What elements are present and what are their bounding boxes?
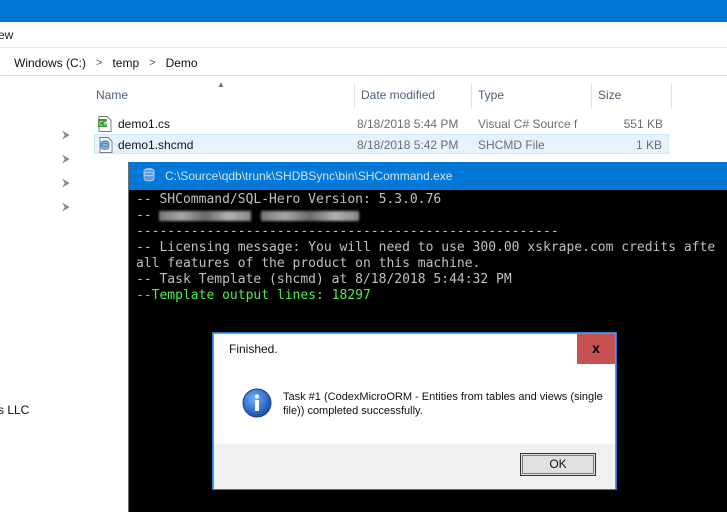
dialog-content: Task #1 (CodexMicroORM - Entities from t… <box>214 364 615 444</box>
pin-icon[interactable]: ⮞ <box>60 177 72 189</box>
redacted-text <box>261 210 360 221</box>
breadcrumb-separator-icon[interactable]: > <box>90 57 108 69</box>
shcmd-file-icon <box>99 137 113 153</box>
console-line: ----------------------------------------… <box>136 224 559 239</box>
console-title: C:\Source\qdb\trunk\SHDBSync\bin\SHComma… <box>165 169 453 183</box>
file-type: Visual C# Source f <box>478 117 578 131</box>
console-line: all features of the product on this mach… <box>136 256 481 271</box>
file-size: 551 KB <box>623 117 663 131</box>
menu-view[interactable]: ew <box>0 28 13 42</box>
ok-button[interactable]: OK <box>520 453 596 476</box>
console-line: --Template output lines: 18297 <box>136 288 371 303</box>
console-line: -- Licensing message: You will need to u… <box>136 240 716 255</box>
column-header-size[interactable]: Size <box>592 84 672 108</box>
nav-item-truncated[interactable]: s LLC <box>0 403 29 417</box>
csharp-file-icon: C# <box>98 116 112 132</box>
svg-text:C#: C# <box>99 121 108 128</box>
breadcrumb-temp[interactable]: temp <box>108 56 143 70</box>
file-date: 8/18/2018 5:44 PM <box>357 117 459 131</box>
pin-icon[interactable]: ⮞ <box>60 201 72 213</box>
console-line: -- SHCommand/SQL-Hero Version: 5.3.0.76 <box>136 192 442 207</box>
column-header-date-modified[interactable]: Date modified <box>355 84 472 108</box>
breadcrumb[interactable]: Windows (C:) > temp > Demo <box>0 50 727 76</box>
dialog-title: Finished. <box>229 342 278 356</box>
column-header-name[interactable]: Name <box>90 84 355 108</box>
explorer-ribbon-menu: ew <box>0 22 727 48</box>
console-line: -- Task Template (shcmd) at 8/18/2018 5:… <box>136 272 512 287</box>
file-type: SHCMD File <box>478 138 545 152</box>
file-size: 1 KB <box>635 138 662 152</box>
file-row[interactable]: demo1.shcmd 8/18/2018 5:42 PM SHCMD File… <box>94 134 669 154</box>
information-icon <box>242 388 272 418</box>
dialog-message: Task #1 (CodexMicroORM - Entities from t… <box>283 391 603 417</box>
redacted-text <box>159 210 252 221</box>
dialog-footer: OK <box>214 444 615 489</box>
dialog-titlebar[interactable]: Finished. x <box>214 334 615 364</box>
console-line: -- <box>136 208 727 224</box>
column-header-type[interactable]: Type <box>472 84 592 108</box>
breadcrumb-drive[interactable]: Windows (C:) <box>10 56 90 70</box>
file-name: demo1.shcmd <box>118 138 194 152</box>
file-date: 8/18/2018 5:42 PM <box>357 138 459 152</box>
file-row[interactable]: C# demo1.cs 8/18/2018 5:44 PM Visual C# … <box>94 114 669 134</box>
navigation-pane: ⮞ ⮞ ⮞ ⮞ s LLC <box>0 77 80 512</box>
file-name: demo1.cs <box>118 117 171 131</box>
finished-dialog[interactable]: Finished. x Task #1 (CodexMicroORM - Ent… <box>212 332 617 490</box>
console-titlebar[interactable]: C:\Source\qdb\trunk\SHDBSync\bin\SHComma… <box>129 162 727 190</box>
breadcrumb-separator-icon[interactable]: > <box>143 57 161 69</box>
console-line-prefix: -- <box>136 208 160 223</box>
breadcrumb-demo[interactable]: Demo <box>162 56 202 70</box>
shcmd-app-icon <box>143 168 155 182</box>
explorer-titlebar <box>0 0 727 22</box>
pin-icon[interactable]: ⮞ <box>60 153 72 165</box>
pin-icon[interactable]: ⮞ <box>60 129 72 141</box>
close-button[interactable]: x <box>577 334 615 364</box>
